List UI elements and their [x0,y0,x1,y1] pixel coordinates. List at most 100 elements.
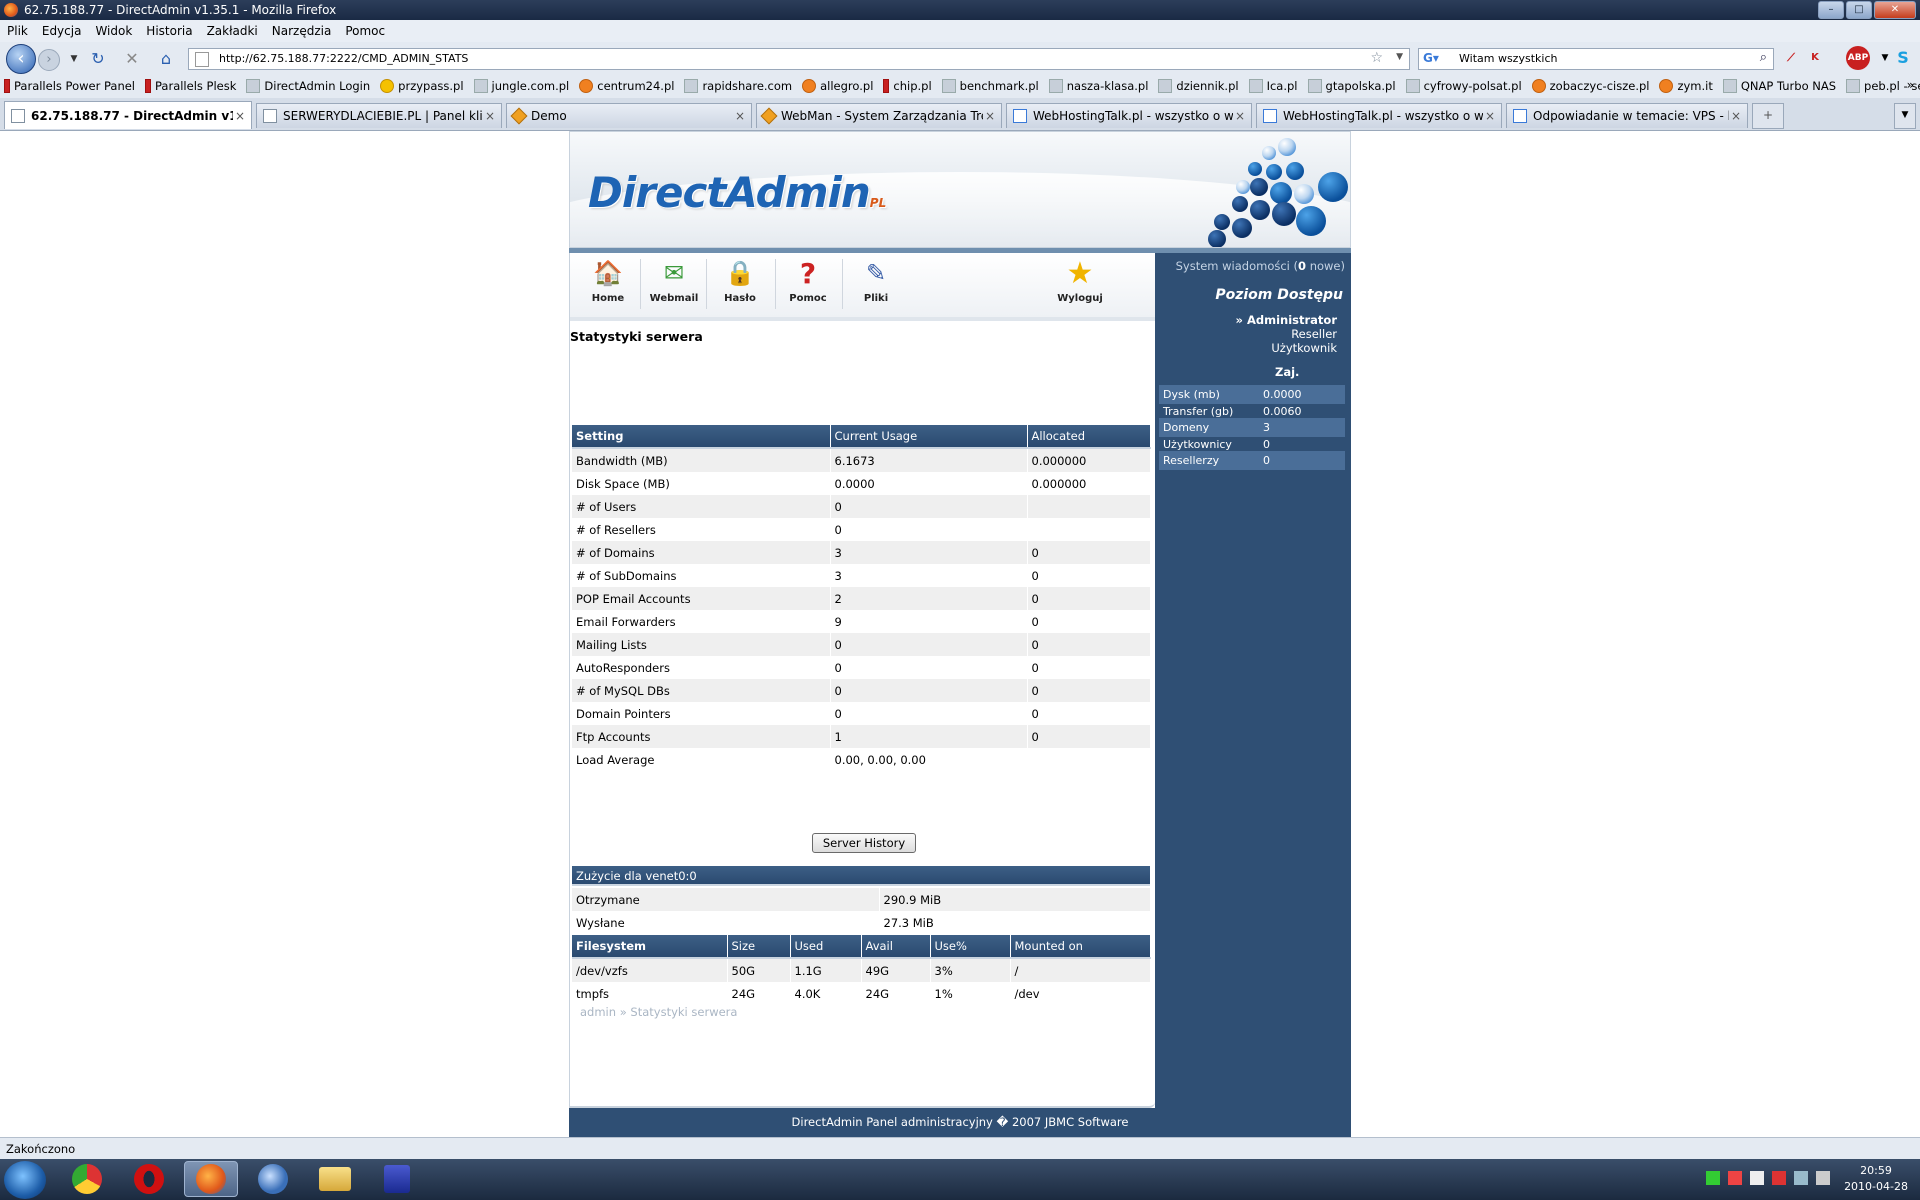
tab-demo[interactable]: Demo × [506,103,752,128]
menu-widok[interactable]: Widok [88,24,139,38]
tab-list-icon[interactable]: ▼ [1894,103,1916,129]
addon-k-icon[interactable]: K [1806,49,1824,67]
bookmarks-more-icon[interactable]: » [1907,78,1914,92]
bookmark-item[interactable]: Parallels Plesk [141,79,242,93]
col-used[interactable]: Used [790,935,862,959]
tray-connection-icon[interactable] [1794,1171,1808,1185]
taskbar-save-app[interactable] [370,1161,424,1197]
tab-close-icon[interactable]: × [1483,109,1497,123]
tray-volume-icon[interactable] [1816,1171,1830,1185]
bookmark-star-icon[interactable]: ☆ [1370,50,1383,66]
access-level-user[interactable]: Użytkownik [1271,341,1337,355]
google-icon[interactable]: G▾ [1423,51,1439,65]
taskbar-chrome[interactable] [60,1161,114,1197]
tab-close-icon[interactable]: × [483,109,497,123]
forward-button[interactable]: › [38,49,60,71]
webmail-button[interactable]: ✉ Webmail [644,257,704,304]
tray-alert-icon[interactable] [1772,1171,1786,1185]
bookmark-item[interactable]: zym.it [1655,79,1718,93]
stop-icon[interactable]: ✕ [122,49,142,69]
bookmark-item[interactable]: DirectAdmin Login [242,79,376,93]
bookmark-item[interactable]: rapidshare.com [680,79,798,93]
taskbar-thunderbird[interactable] [246,1161,300,1197]
tray-network-icon[interactable] [1706,1171,1720,1185]
help-button[interactable]: ? Pomoc [778,257,838,305]
menu-pomoc[interactable]: Pomoc [338,24,392,38]
close-window-button[interactable]: ✕ [1874,1,1916,19]
url-dropdown-icon[interactable]: ▼ [1396,52,1403,62]
start-button[interactable] [4,1161,46,1199]
col-setting[interactable]: Setting [572,425,831,449]
breadcrumb-current[interactable]: Statystyki serwera [630,1005,737,1019]
tab-directadmin[interactable]: 62.75.188.77 - DirectAdmin v1.35.1 × [4,101,252,129]
bookmark-item[interactable]: dziennik.pl [1154,79,1244,93]
new-tab-button[interactable]: + [1752,103,1784,129]
bookmark-item[interactable]: QNAP Turbo NAS [1719,79,1842,93]
logout-button[interactable]: ★ Wyloguj [1050,256,1110,305]
reload-icon[interactable]: ↻ [88,49,108,69]
bookmark-item[interactable]: Ica.pl [1245,79,1304,93]
back-button[interactable]: ‹ [6,44,36,74]
menu-edycja[interactable]: Edycja [35,24,89,38]
home-icon[interactable]: ⌂ [156,49,176,69]
tab-webman[interactable]: WebMan - System Zarządzania Treś... × [756,103,1002,128]
server-history-button[interactable]: Server History [812,833,916,853]
tray-antivirus-icon[interactable] [1728,1171,1742,1185]
col-avail[interactable]: Avail [861,935,931,959]
taskbar-explorer[interactable] [308,1161,362,1197]
bookmark-item[interactable]: Parallels Power Panel [0,79,141,93]
menu-historia[interactable]: Historia [139,24,199,38]
bookmark-item[interactable]: jungle.com.pl [470,79,576,93]
url-bar[interactable]: http://62.75.188.77:2222/CMD_ADMIN_STATS… [188,48,1410,70]
col-filesystem[interactable]: Filesystem [572,935,728,959]
bookmark-item[interactable]: gtapolska.pl [1304,79,1402,93]
search-icon[interactable]: ⌕ [1760,50,1767,65]
search-input[interactable]: Witam wszystkich [1459,52,1557,65]
bookmark-item[interactable]: benchmark.pl [938,79,1045,93]
history-dropdown-icon[interactable]: ▼ [64,49,84,69]
col-use-percent[interactable]: Use% [930,935,1011,959]
access-level-reseller[interactable]: Reseller [1291,327,1337,341]
clock[interactable]: 20:59 2010-04-28 [1844,1163,1908,1195]
bookmark-item[interactable]: przypass.pl [376,79,469,93]
bookmark-item[interactable]: cyfrowy-polsat.pl [1402,79,1528,93]
home-button[interactable]: 🏠 Home [578,257,638,304]
bookmark-item[interactable]: zobaczyc-cisze.pl [1528,79,1656,93]
tab-webhostingtalk-2[interactable]: WebHostingTalk.pl - wszystko o we... × [1256,103,1502,128]
menu-plik[interactable]: Plik [0,24,35,38]
menu-narzedzia[interactable]: Narzędzia [265,24,339,38]
files-button[interactable]: ✎ Pliki [846,257,906,304]
adblock-icon[interactable]: ABP [1846,46,1870,70]
directadmin-logo[interactable]: DirectAdminPL [588,168,886,217]
taskbar-firefox[interactable] [184,1161,238,1197]
password-button[interactable]: 🔒 Hasło [710,257,770,304]
tab-odpowiadanie[interactable]: Odpowiadanie w temacie: VPS - bra... × [1506,103,1748,128]
col-size[interactable]: Size [727,935,791,959]
tab-close-icon[interactable]: × [233,109,247,123]
tab-close-icon[interactable]: × [1233,109,1247,123]
skype-icon[interactable]: S [1894,49,1912,67]
tab-close-icon[interactable]: × [733,109,747,123]
bookmark-item[interactable]: nasza-klasa.pl [1045,79,1155,93]
breadcrumb-admin-link[interactable]: admin [580,1005,616,1019]
bookmark-item[interactable]: chip.pl [879,79,937,93]
system-messages-link[interactable]: System wiadomości (0 nowe) [1176,259,1345,273]
addon-dropdown-icon[interactable]: ▼ [1876,49,1894,67]
col-current-usage[interactable]: Current Usage [830,425,1028,449]
tray-flag-icon[interactable] [1750,1171,1764,1185]
tab-webhostingtalk-1[interactable]: WebHostingTalk.pl - wszystko o we... × [1006,103,1252,128]
col-mounted-on[interactable]: Mounted on [1010,935,1151,959]
col-allocated[interactable]: Allocated [1027,425,1151,449]
addon-icon[interactable]: ⟋ [1782,49,1800,67]
minimize-button[interactable]: – [1818,1,1844,19]
access-level-administrator[interactable]: » Administrator [1236,313,1337,327]
tab-serwerydlaciebie[interactable]: SERWERYDLACIEBIE.PL | Panel klienta × [256,103,502,128]
search-bar[interactable]: G▾ Witam wszystkich ⌕ [1418,48,1774,70]
taskbar-opera[interactable] [122,1161,176,1197]
maximize-button[interactable]: □ [1846,1,1872,19]
tab-close-icon[interactable]: × [1729,109,1743,123]
bookmark-item[interactable]: allegro.pl [798,79,879,93]
menu-zakladki[interactable]: Zakładki [200,24,265,38]
bookmark-item[interactable]: centrum24.pl [575,79,680,93]
tab-close-icon[interactable]: × [983,109,997,123]
